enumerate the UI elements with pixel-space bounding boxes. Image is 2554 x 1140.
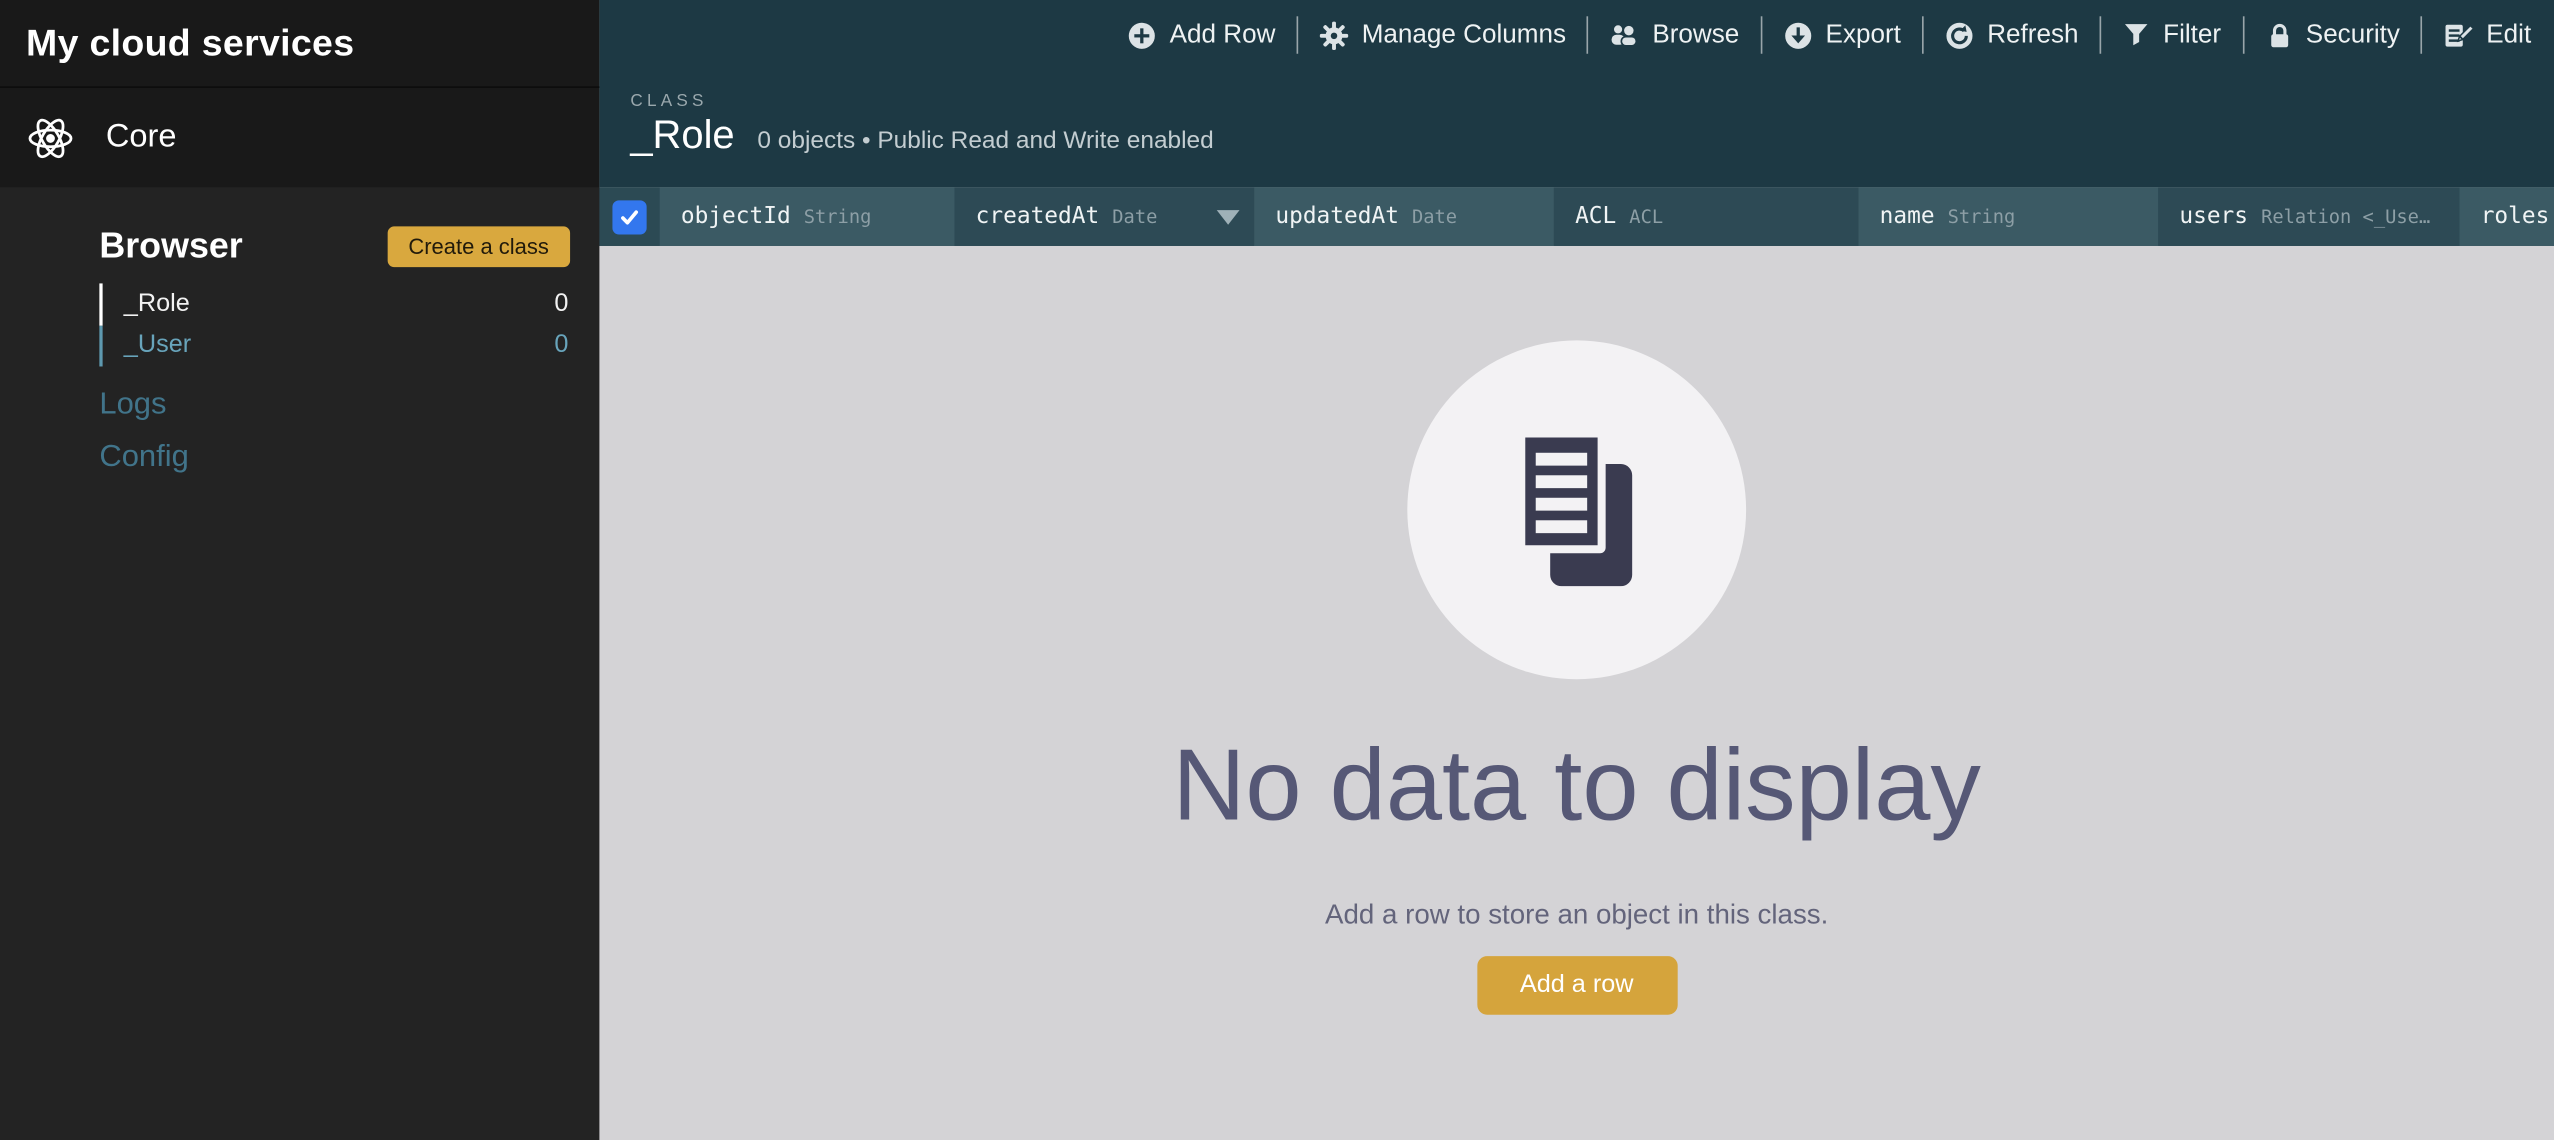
app-title: My cloud services [26,21,354,65]
refresh-icon [1945,20,1974,49]
table-header-row: objectId String createdAt Date updatedAt… [599,187,2554,246]
atom-icon [26,113,75,162]
class-title: _Role [630,114,734,160]
documents-icon [1516,428,1638,593]
lock-icon [2265,20,2293,49]
sidebar-item-core-label: Core [106,119,177,156]
empty-state-badge [1407,340,1746,679]
toolbar-separator [2242,16,2244,53]
column-header-objectid[interactable]: objectId String [660,187,955,246]
filter-icon [2122,21,2150,49]
main-panel: Add Row [599,0,2554,1140]
class-header: CLASS _Role 0 objects • Public Read and … [599,70,2554,160]
column-header-name[interactable]: name String [1858,187,2158,246]
add-a-row-button[interactable]: Add a row [1477,956,1677,1015]
toolbar-separator [2100,16,2102,53]
sidebar-item-logs[interactable]: Logs [99,388,166,424]
toolbar-separator [1922,16,1924,53]
refresh-button[interactable]: Refresh [1945,20,2079,49]
edit-button[interactable]: Edit [2444,20,2531,49]
empty-state-subtitle: Add a row to store an object in this cla… [1325,899,1828,932]
empty-state: No data to display Add a row to store an… [599,246,2554,1015]
security-button[interactable]: Security [2265,20,2400,49]
class-count-badge: 0 [554,290,568,319]
class-eyebrow: CLASS [630,91,2554,111]
people-icon [1610,21,1639,49]
class-name-label: _Role [124,290,190,319]
export-icon [1783,20,1812,49]
table-body-area: No data to display Add a row to store an… [599,246,2554,1140]
app-title-bar: My cloud services [0,0,599,88]
manage-columns-button[interactable]: Manage Columns [1319,20,1566,49]
column-header-createdat[interactable]: createdAt Date [954,187,1254,246]
column-header-acl[interactable]: ACL ACL [1554,187,1859,246]
toolbar-separator [1297,16,1299,53]
empty-state-title: No data to display [1173,728,1981,844]
toolbar: Add Row [599,0,2554,70]
browser-heading: Browser [99,225,242,267]
class-name-label: _User [124,331,191,360]
class-list-item-role[interactable]: _Role 0 [99,283,599,325]
sort-desc-icon[interactable] [1217,210,1240,225]
sidebar-item-core[interactable]: Core [0,88,599,187]
column-header-updatedat[interactable]: updatedAt Date [1254,187,1554,246]
class-count-badge: 0 [554,331,568,360]
topbar: Add Row [599,0,2554,187]
toolbar-separator [2421,16,2423,53]
column-header-users[interactable]: users Relation <_Use… [2158,187,2459,246]
add-row-button[interactable]: Add Row [1127,20,1275,49]
toolbar-separator [1587,16,1589,53]
sidebar-item-config[interactable]: Config [99,440,188,476]
check-icon [619,206,640,227]
column-header-roles[interactable]: roles [2460,187,2554,246]
class-list-item-user[interactable]: _User 0 [99,325,599,367]
sidebar-body: Browser Create a class _Role 0 _User 0 L… [0,187,599,1140]
browse-button[interactable]: Browse [1610,20,1739,49]
add-row-icon [1127,20,1156,49]
app-window: My cloud services Core Browser Create a … [0,0,2554,1140]
class-summary: 0 objects • Public Read and Write enable… [757,127,1213,155]
edit-icon [2444,20,2473,49]
class-list: _Role 0 _User 0 [99,283,599,366]
sidebar: My cloud services Core Browser Create a … [0,0,599,1140]
select-all-cell [599,187,659,246]
filter-button[interactable]: Filter [2122,20,2221,49]
gear-icon [1319,20,1348,49]
toolbar-separator [1760,16,1762,53]
export-button[interactable]: Export [1783,20,1901,49]
select-all-checkbox[interactable] [612,200,646,234]
create-class-button[interactable]: Create a class [387,226,570,267]
